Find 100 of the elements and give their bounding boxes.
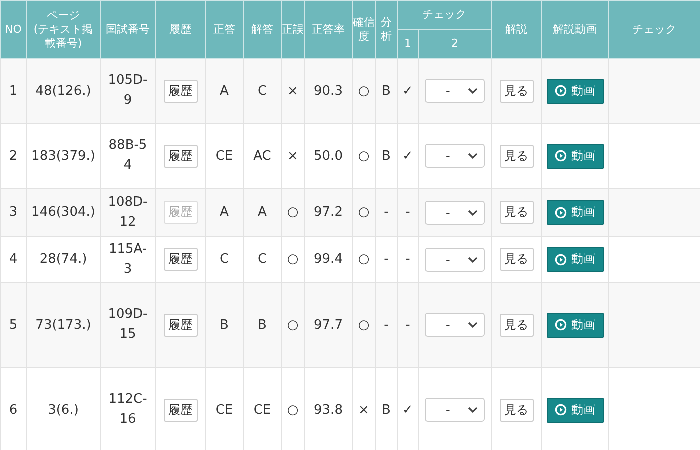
table-cell: - <box>384 205 389 220</box>
chevron-down-icon <box>468 256 478 262</box>
play-icon <box>554 206 566 218</box>
table-cell: C <box>258 84 268 98</box>
view-button[interactable]: 見る <box>500 80 534 102</box>
check-dropdown[interactable]: - <box>425 200 485 224</box>
table-cell: ○ <box>287 318 299 332</box>
table-cell-text: 112C-16 <box>108 391 148 429</box>
table-cell: CE <box>216 402 234 418</box>
view-button[interactable]: 見る <box>500 398 534 422</box>
table-cell: 28(74.) <box>40 252 88 267</box>
video-button[interactable]: 動画 <box>546 312 604 338</box>
table-cell: 4 <box>9 252 18 267</box>
table-cell: × <box>288 84 298 98</box>
table-cell: B <box>382 84 391 98</box>
table-cell: B <box>382 148 391 164</box>
chevron-down-icon <box>468 407 478 413</box>
table-cell: ○ <box>358 252 370 267</box>
chevron-down-icon <box>468 322 478 328</box>
chevron-down-icon <box>468 153 478 159</box>
check-dropdown[interactable]: - <box>425 248 485 272</box>
table-cell: 97.7 <box>314 318 343 332</box>
video-button[interactable]: 動画 <box>546 398 604 422</box>
video-button[interactable]: 動画 <box>546 200 604 225</box>
table-cell: ✓ <box>402 402 414 418</box>
history-button[interactable]: 履歴 <box>164 80 198 102</box>
table-cell: CE <box>254 402 272 418</box>
table-cell: - <box>384 318 389 332</box>
table-cell: C <box>258 252 268 267</box>
table-cell-text: 109D-15 <box>107 306 149 344</box>
chevron-down-icon <box>468 210 478 216</box>
table-cell: - <box>406 205 410 220</box>
table-cell: ○ <box>358 318 370 332</box>
column-header: 正答率 <box>304 0 352 58</box>
play-icon <box>554 85 566 97</box>
column-header: NO <box>0 0 26 58</box>
table-cell: 6 <box>9 402 18 418</box>
column-header: 正誤 <box>282 0 304 58</box>
play-icon <box>554 150 566 162</box>
column-header: 解答 <box>244 0 282 58</box>
table-cell: CE <box>216 148 234 164</box>
table-cell: 48(126.) <box>36 84 92 98</box>
view-button[interactable]: 見る <box>500 314 534 336</box>
table-cell: ○ <box>358 205 370 220</box>
history-button[interactable]: 履歴 <box>164 398 198 422</box>
view-button[interactable]: 見る <box>500 248 534 271</box>
table-cell: - <box>384 252 389 267</box>
table-cell: 5 <box>9 318 18 332</box>
video-button[interactable]: 動画 <box>546 247 604 272</box>
table-cell: 2 <box>9 148 18 164</box>
table-cell: × <box>358 402 370 418</box>
view-button[interactable]: 見る <box>500 144 534 168</box>
table-cell: ○ <box>287 205 299 220</box>
table-cell: A <box>258 205 267 220</box>
play-icon <box>554 254 566 266</box>
column-header: ページ (テキスト掲載番号) <box>26 0 100 58</box>
table-cell: AC <box>254 148 272 164</box>
table-cell: 146(304.) <box>32 205 96 220</box>
table-cell-text: 105D-9 <box>107 72 149 110</box>
table-cell: ○ <box>358 148 370 164</box>
video-button[interactable]: 動画 <box>546 78 604 104</box>
check-dropdown[interactable]: - <box>425 144 485 168</box>
history-button[interactable]: 履歴 <box>164 144 198 168</box>
table-cell: 93.8 <box>314 402 343 418</box>
table-cell: 183(379.) <box>32 148 96 164</box>
check-dropdown[interactable]: - <box>425 398 485 422</box>
table-cell: - <box>406 252 410 267</box>
table-cell: ○ <box>287 252 299 267</box>
column-header: 正答 <box>206 0 244 58</box>
table-cell: B <box>382 402 391 418</box>
check-dropdown[interactable]: - <box>425 79 485 103</box>
column-header: チェック <box>398 0 492 30</box>
table-cell: 73(173.) <box>36 318 92 332</box>
column-header: 解説 <box>492 0 542 58</box>
view-button[interactable]: 見る <box>500 201 534 224</box>
table-cell: ✓ <box>402 84 414 98</box>
history-button[interactable]: 履歴 <box>164 248 198 271</box>
column-header: 履歴 <box>156 0 206 58</box>
play-icon <box>554 404 566 416</box>
column-header: チェック <box>608 0 700 58</box>
table-cell: B <box>258 318 267 332</box>
history-button[interactable]: 履歴 <box>164 314 198 336</box>
table-cell: 1 <box>9 84 18 98</box>
video-button[interactable]: 動画 <box>546 144 604 168</box>
table-cell: A <box>220 205 229 220</box>
check-dropdown[interactable]: - <box>425 313 485 337</box>
column-header: 分析 <box>376 0 398 58</box>
column-header: 確信度 <box>352 0 376 58</box>
table-cell: ✓ <box>402 148 414 164</box>
table-cell: 3(6.) <box>48 402 79 418</box>
table-cell: ○ <box>287 402 299 418</box>
table-cell: ○ <box>358 84 370 98</box>
table-cell: 50.0 <box>314 148 343 164</box>
table-cell: × <box>288 148 298 164</box>
column-header: 2 <box>418 30 492 58</box>
table-cell: 99.4 <box>314 252 343 267</box>
chevron-down-icon <box>468 88 478 94</box>
table-cell-text: 88B-54 <box>108 137 148 175</box>
play-icon <box>554 319 566 331</box>
table-cell: 3 <box>9 205 18 220</box>
